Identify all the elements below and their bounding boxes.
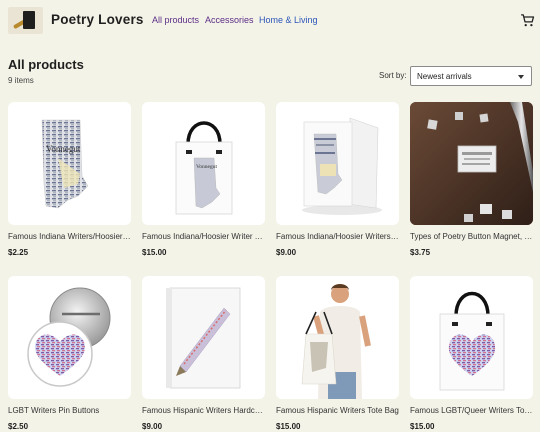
product-price: $15.00 [410, 422, 435, 431]
product-price: $3.75 [410, 248, 431, 257]
product-image[interactable] [276, 276, 399, 399]
product-price: $2.50 [8, 422, 29, 431]
page-title: All products [8, 57, 84, 72]
product-image[interactable] [410, 102, 533, 225]
sort-dropdown[interactable]: Newest arrivals [410, 66, 532, 86]
product-image[interactable] [276, 102, 399, 225]
item-count: 9 items [8, 76, 34, 85]
model-tote-art [276, 276, 399, 399]
product-name[interactable]: Types of Poetry Button Magnet, Rectangle [410, 232, 533, 242]
product-image[interactable] [8, 276, 131, 399]
product-card[interactable]: Famous Indiana/Hoosier Writers Journal $… [276, 102, 399, 257]
poster-word: Vonnegut [46, 144, 81, 154]
product-name[interactable]: Famous Hispanic Writers Tote Bag [276, 406, 399, 416]
product-card[interactable]: Vonnegut Famous Indiana/Hoosier Writer T… [142, 102, 265, 257]
product-card[interactable]: Types of Poetry Button Magnet, Rectangle… [410, 102, 533, 257]
indiana-wordcloud-art: Vonnegut [41, 119, 89, 209]
product-price: $15.00 [142, 248, 167, 257]
product-card[interactable]: Famous Hispanic Writers Tote Bag $15.00 [276, 276, 399, 431]
nav-all-products[interactable]: All products [152, 15, 199, 25]
product-card[interactable]: Vonnegut Famous Indiana Writers/Hoosier … [8, 102, 131, 257]
tote-bag-art: Vonnegut [175, 121, 233, 215]
product-card[interactable]: LGBT Writers Pin Buttons $2.50 [8, 276, 131, 431]
journal-art [302, 117, 382, 215]
product-name[interactable]: Famous LGBT/Queer Writers Tote Bag [410, 406, 533, 416]
product-image[interactable] [142, 276, 265, 399]
nav-home-living[interactable]: Home & Living [259, 15, 318, 25]
product-price: $15.00 [276, 422, 301, 431]
product-card[interactable]: Famous Hispanic Writers Hardcover Journa… [142, 276, 265, 431]
chevron-down-icon [518, 75, 524, 79]
sort-label: Sort by: [379, 71, 407, 80]
sort-selected-value: Newest arrivals [417, 72, 472, 81]
tote-word: Vonnegut [196, 164, 217, 170]
logo-book-shape [23, 11, 35, 29]
lgbt-tote-bag-art [439, 291, 505, 391]
product-image[interactable]: Vonnegut [142, 102, 265, 225]
cart-icon[interactable] [519, 12, 536, 29]
product-name[interactable]: Famous Indiana Writers/Hoosier Writers P… [8, 232, 131, 242]
product-name[interactable]: Famous Indiana/Hoosier Writers Journal [276, 232, 399, 242]
product-image[interactable]: Vonnegut [8, 102, 131, 225]
hardcover-journal-art [166, 287, 241, 389]
product-name[interactable]: LGBT Writers Pin Buttons [8, 406, 131, 416]
site-header: Poetry Lovers All products Accessories H… [0, 0, 540, 44]
product-name[interactable]: Famous Indiana/Hoosier Writer Tote Bag [142, 232, 265, 242]
product-name[interactable]: Famous Hispanic Writers Hardcover Journa… [142, 406, 265, 416]
store-logo[interactable] [8, 7, 43, 34]
product-price: $2.25 [8, 248, 29, 257]
pin-buttons-art [27, 287, 111, 387]
brand-name[interactable]: Poetry Lovers [51, 12, 144, 27]
product-price: $9.00 [276, 248, 297, 257]
product-card[interactable]: Famous LGBT/Queer Writers Tote Bag $15.0… [410, 276, 533, 431]
fridge-magnet-art [410, 102, 533, 225]
product-image[interactable] [410, 276, 533, 399]
nav-accessories[interactable]: Accessories [205, 15, 254, 25]
product-price: $9.00 [142, 422, 163, 431]
